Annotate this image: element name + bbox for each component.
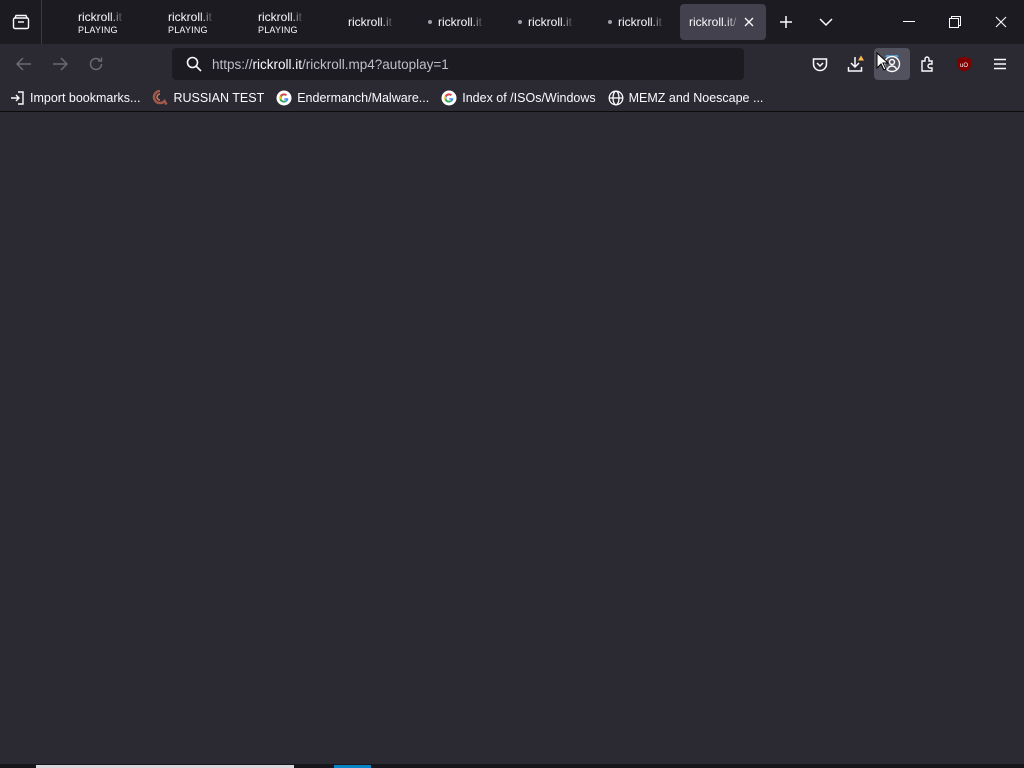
bookmark-label: Endermanch/Malware...: [297, 90, 430, 105]
pocket-icon: [812, 57, 828, 71]
download-icon: [847, 55, 864, 72]
tab-close-icon[interactable]: [742, 15, 756, 29]
tab[interactable]: rickroll.it: [320, 4, 410, 40]
tab-title: rickroll.it: [168, 9, 212, 24]
url-path: /rickroll.mp4?autoplay=1: [302, 56, 449, 72]
bookmark-label: RUSSIAN TEST: [173, 90, 265, 105]
tab[interactable]: rickroll.it: [410, 4, 500, 40]
ublock-origin-icon: uO: [957, 56, 971, 72]
mouse-cursor-icon: [876, 52, 890, 71]
close-window-button[interactable]: [978, 0, 1024, 44]
app-menu-button[interactable]: [982, 48, 1018, 80]
site-favicon: [153, 89, 169, 105]
search-icon: [186, 56, 202, 72]
tab[interactable]: rickroll.it: [590, 4, 680, 40]
new-tab-button[interactable]: [766, 0, 806, 44]
firefox-view-icon: [12, 14, 29, 30]
minimize-icon: [903, 21, 915, 22]
arrow-left-icon: [16, 57, 31, 71]
restore-icon: [949, 16, 961, 28]
ublock-origin-button[interactable]: uO: [946, 48, 982, 80]
bookmarks-toolbar: Import bookmarks... RUSSIAN TEST Enderma…: [0, 84, 1024, 112]
tab-attention-dot-icon: [518, 20, 522, 24]
tab-strip: rickroll.it PLAYING rickroll.it PLAYING rick…: [42, 0, 766, 44]
extensions-button[interactable]: [910, 48, 946, 80]
horizontal-scrollbar[interactable]: [0, 764, 1024, 768]
tab-attention-dot-icon: [608, 20, 612, 24]
tab-title: rickroll.it: [528, 15, 572, 29]
chevron-down-icon: [819, 18, 833, 27]
tab-active[interactable]: rickroll.it/: [680, 4, 766, 40]
puzzle-icon: [921, 56, 933, 72]
pocket-button[interactable]: [802, 48, 838, 80]
google-favicon: [441, 90, 457, 105]
import-icon: [11, 90, 24, 105]
bookmark-russian-test[interactable]: RUSSIAN TEST: [152, 89, 265, 106]
svg-text:uO: uO: [960, 63, 968, 69]
hamburger-menu-icon: [994, 58, 1006, 70]
reload-button[interactable]: [78, 48, 114, 80]
tab-title: rickroll.it: [348, 15, 392, 29]
tab-playing-label: PLAYING: [78, 24, 118, 35]
url-scheme: https://: [212, 56, 253, 72]
minimize-button[interactable]: [886, 0, 932, 44]
bookmark-import[interactable]: Import bookmarks...: [10, 91, 140, 105]
arrow-right-icon: [53, 57, 68, 71]
close-icon: [995, 16, 1007, 28]
list-all-tabs-button[interactable]: [806, 0, 846, 44]
restore-button[interactable]: [932, 0, 978, 44]
tab-title: rickroll.it: [618, 15, 662, 29]
reload-icon: [89, 57, 103, 71]
tab-title: rickroll.it: [78, 9, 122, 24]
firefox-view-button[interactable]: [0, 0, 42, 44]
plus-icon: [780, 16, 792, 28]
globe-icon: [608, 90, 624, 105]
tab[interactable]: rickroll.it PLAYING: [140, 4, 230, 40]
tab-bar: rickroll.it PLAYING rickroll.it PLAYING rick…: [0, 0, 1024, 44]
tab-title: rickroll.it: [258, 9, 302, 24]
tab[interactable]: rickroll.it: [500, 4, 590, 40]
tab-title: rickroll.it: [438, 15, 482, 29]
url-text[interactable]: https://rickroll.it/rickroll.mp4?autopla…: [212, 57, 449, 72]
navigation-toolbar: https://rickroll.it/rickroll.mp4?autopla…: [0, 44, 1024, 84]
back-button[interactable]: [6, 48, 42, 80]
page-content[interactable]: [0, 113, 1024, 768]
tab-title: rickroll.it/: [689, 15, 737, 29]
tab[interactable]: rickroll.it PLAYING: [230, 4, 320, 40]
forward-button[interactable]: [42, 48, 78, 80]
bookmark-endermanch-malware[interactable]: Endermanch/Malware...: [276, 90, 429, 106]
tab-playing-label: PLAYING: [258, 24, 298, 35]
url-bar[interactable]: https://rickroll.it/rickroll.mp4?autopla…: [172, 48, 744, 80]
bookmark-memz-noescape[interactable]: MEMZ and Noescape ...: [608, 90, 764, 106]
url-domain: rickroll.it: [252, 56, 303, 72]
bookmark-label: Index of /ISOs/Windows: [462, 90, 596, 105]
bookmark-label: Import bookmarks...: [30, 90, 141, 105]
downloads-button[interactable]: [838, 48, 874, 80]
bookmark-label: MEMZ and Noescape ...: [628, 90, 764, 105]
google-favicon: [276, 90, 292, 105]
bookmark-isos-windows[interactable]: Index of /ISOs/Windows: [441, 90, 596, 106]
tab-playing-label: PLAYING: [168, 24, 208, 35]
tab[interactable]: rickroll.it PLAYING: [50, 4, 140, 40]
tab-attention-dot-icon: [428, 20, 432, 24]
